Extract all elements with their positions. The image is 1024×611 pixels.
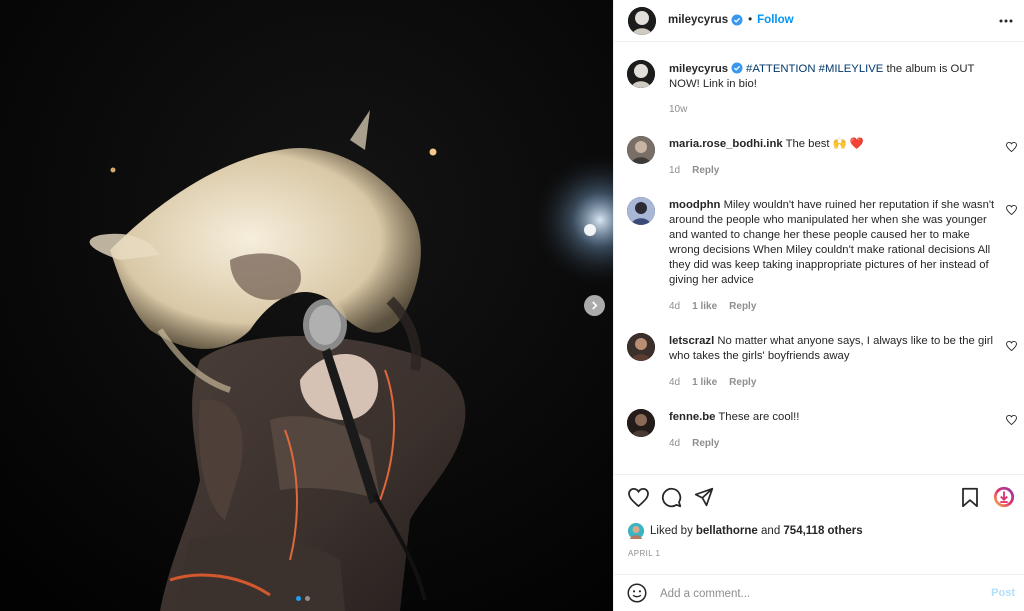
comment-time[interactable]: 4d [669,438,680,449]
caption-username[interactable]: mileycyrus [669,63,728,75]
comment-username[interactable]: maria.rose_bodhi.ink [669,138,783,150]
avatar-image [628,523,644,539]
caption-avatar[interactable] [627,60,655,88]
comment-time[interactable]: 4d [669,377,680,388]
comment-username[interactable]: letscrazl [669,335,714,347]
comment-meta: 4d 1 like Reply [669,301,756,312]
likes-user[interactable]: bellathorne [696,525,758,537]
post-side-panel: mileycyrus • Follow mileycyrus #ATTENTIO… [613,0,1024,611]
post-date[interactable]: APRIL 1 [628,549,660,558]
more-icon [999,19,1013,23]
avatar-image [627,333,655,361]
follow-button[interactable]: Follow [757,14,793,26]
hashtag-mileylive[interactable]: #MILEYLIVE [819,63,884,75]
comment-likes[interactable]: 1 like [692,301,717,312]
header-username[interactable]: mileycyrus [668,14,728,26]
next-photo-button[interactable] [584,295,605,316]
comment-like-icon[interactable] [1006,142,1017,152]
reply-button[interactable]: Reply [729,301,756,312]
comment-text: Miley wouldn't have ruined her reputatio… [669,199,995,286]
carousel-dot-active [296,596,301,601]
reply-button[interactable]: Reply [729,377,756,388]
verified-icon [731,14,743,26]
bookmark-icon[interactable] [961,487,979,508]
likes-middle: and [757,525,784,537]
instagram-post: mileycyrus • Follow mileycyrus #ATTENTIO… [0,0,1024,611]
comment-body: fenne.be These are cool!! [669,410,995,425]
comment-item: moodphn Miley wouldn't have ruined her r… [627,197,1017,317]
avatar-image [627,136,655,164]
comment-meta: 4d 1 like Reply [669,377,756,388]
verified-icon [731,62,743,74]
comment-like-icon[interactable] [1006,205,1017,215]
download-badge-icon[interactable] [993,486,1015,508]
comments-list[interactable]: mileycyrus #ATTENTION #MILEYLIVE the albu… [614,42,1024,474]
comment-body: maria.rose_bodhi.ink The best 🙌 ❤️ [669,137,995,152]
likes-prefix: Liked by [650,525,693,537]
comment-likes[interactable]: 1 like [692,377,717,388]
comment-item: maria.rose_bodhi.ink The best 🙌 ❤️ 1d Re… [627,136,1017,180]
comment-input[interactable] [660,585,960,603]
comment-text: These are cool!! [718,411,800,423]
comment-like-icon[interactable] [1006,415,1017,425]
emoji-icon[interactable] [627,583,647,603]
carousel-dot [305,596,310,601]
comment-meta: 4d Reply [669,438,719,449]
post-header: mileycyrus • Follow [614,0,1024,42]
share-icon[interactable] [694,487,714,507]
avatar-image [627,197,655,225]
add-comment-bar: Post [614,574,1024,611]
comment-avatar[interactable] [627,136,655,164]
avatar-image [627,409,655,437]
comment-avatar[interactable] [627,409,655,437]
heart-icon[interactable] [628,488,649,507]
comment-time[interactable]: 4d [669,301,680,312]
more-options-button[interactable] [999,14,1013,26]
caption-body: mileycyrus #ATTENTION #MILEYLIVE the albu… [669,62,995,92]
caption-meta: 10w [669,104,687,115]
post-button[interactable]: Post [991,587,1015,599]
reply-button[interactable]: Reply [692,165,719,176]
liker-avatar[interactable] [628,523,644,539]
reply-button[interactable]: Reply [692,438,719,449]
chevron-right-icon [592,301,598,310]
comment-meta: 1d Reply [669,165,719,176]
comment-username[interactable]: moodphn [669,199,720,211]
hashtag-attention[interactable]: #ATTENTION [746,63,815,75]
comment-icon[interactable] [661,487,682,508]
post-photo[interactable] [0,0,613,611]
header-separator: • [748,14,753,26]
avatar-image [627,60,655,88]
comment-item: letscrazl No matter what anyone says, I … [627,333,1017,391]
caption: mileycyrus #ATTENTION #MILEYLIVE the albu… [627,60,1017,120]
comment-avatar[interactable] [627,197,655,225]
comment-time[interactable]: 1d [669,165,680,176]
comment-username[interactable]: fenne.be [669,411,715,423]
comment-like-icon[interactable] [1006,341,1017,351]
concert-photo [0,0,613,611]
avatar-image [628,7,656,35]
comment-body: moodphn Miley wouldn't have ruined her r… [669,198,995,288]
likes-count[interactable]: 754,118 others [783,525,862,537]
likes-summary: Liked by bellathorne and 754,118 others [628,523,863,539]
action-bar: Liked by bellathorne and 754,118 others … [614,474,1024,579]
comment-body: letscrazl No matter what anyone says, I … [669,334,995,364]
comment-item: fenne.be These are cool!! 4d Reply [627,409,1017,453]
avatar[interactable] [628,7,656,35]
caption-time[interactable]: 10w [669,104,687,115]
carousel-dots [296,596,310,601]
comment-text: No matter what anyone says, I always lik… [669,335,994,362]
comment-text: The best 🙌 ❤️ [785,138,864,150]
comment-avatar[interactable] [627,333,655,361]
